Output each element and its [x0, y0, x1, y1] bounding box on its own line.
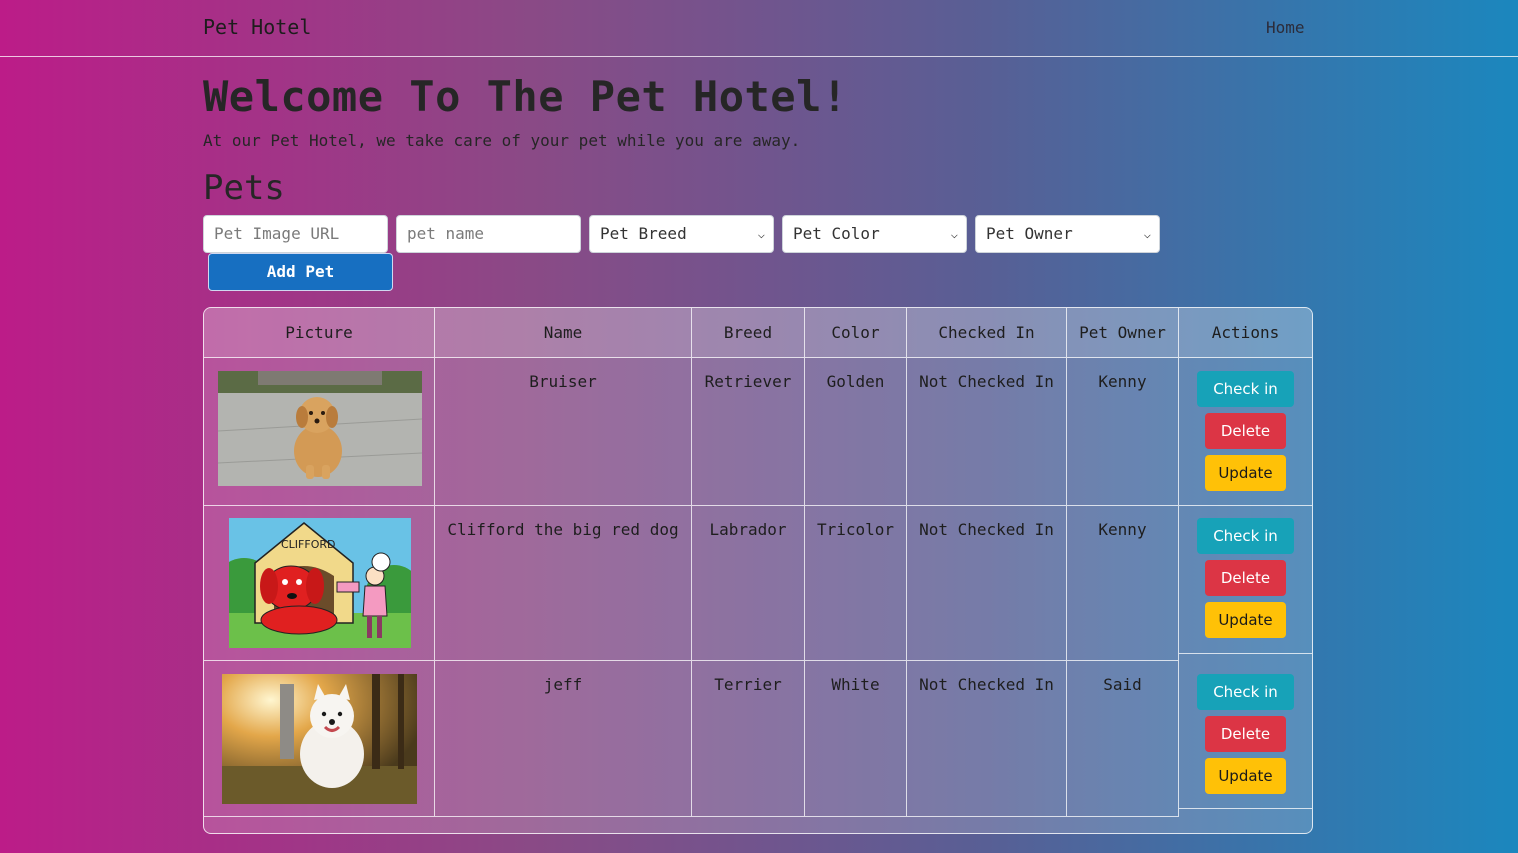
pet-name-placeholder: pet name — [407, 224, 485, 243]
check-in-button[interactable]: Check in — [1197, 371, 1294, 407]
update-button[interactable]: Update — [1205, 602, 1286, 638]
pet-breed-cell: Labrador — [692, 506, 805, 661]
pet-color-select[interactable]: Pet Color ⌵ — [782, 215, 967, 253]
header-name: Name — [435, 308, 692, 358]
white-samoyed-image — [222, 674, 417, 804]
delete-button[interactable]: Delete — [1205, 413, 1286, 449]
pet-owner-cell: Said — [1067, 661, 1179, 817]
pet-owner-select-value: Pet Owner — [986, 224, 1073, 243]
chevron-down-icon: ⌵ — [757, 227, 765, 241]
pet-checked-in-cell: Not Checked In — [907, 506, 1067, 661]
pet-color-select-value: Pet Color — [793, 224, 880, 243]
pet-name-input[interactable]: pet name — [396, 215, 581, 253]
check-in-button[interactable]: Check in — [1197, 518, 1294, 554]
pet-color-cell: Tricolor — [805, 506, 907, 661]
header-actions: Actions — [1179, 308, 1312, 358]
pet-checked-in-cell: Not Checked In — [907, 358, 1067, 506]
navbar: Pet Hotel Home — [0, 0, 1518, 57]
picture-cell: CLIFFORD — [204, 506, 435, 661]
update-button[interactable]: Update — [1205, 455, 1286, 491]
page-subtitle: At our Pet Hotel, we take care of your p… — [203, 131, 801, 150]
chevron-down-icon: ⌵ — [1143, 227, 1151, 241]
pet-owner-cell: Kenny — [1067, 358, 1179, 506]
picture-cell — [204, 661, 435, 817]
actions-cell: Check in Delete Update — [1179, 661, 1312, 809]
header-pet-owner: Pet Owner — [1067, 308, 1179, 358]
chevron-down-icon: ⌵ — [950, 227, 958, 241]
page-title: Welcome To The Pet Hotel! — [203, 72, 848, 121]
pet-image-url-input[interactable]: Pet Image URL — [203, 215, 388, 253]
pets-section-title: Pets — [203, 168, 285, 208]
update-button[interactable]: Update — [1205, 758, 1286, 794]
pet-owner-select[interactable]: Pet Owner ⌵ — [975, 215, 1160, 253]
pet-image-url-placeholder: Pet Image URL — [214, 224, 340, 243]
pet-name-cell: Bruiser — [435, 358, 692, 506]
header-color: Color — [805, 308, 907, 358]
pet-owner-cell: Kenny — [1067, 506, 1179, 661]
pet-breed-cell: Terrier — [692, 661, 805, 817]
actions-cell: Check in Delete Update — [1179, 358, 1312, 506]
clifford-cartoon-image: CLIFFORD — [229, 518, 411, 648]
pet-breed-select-value: Pet Breed — [600, 224, 687, 243]
pet-breed-select[interactable]: Pet Breed ⌵ — [589, 215, 774, 253]
pet-color-cell: White — [805, 661, 907, 817]
header-picture: Picture — [204, 308, 435, 358]
check-in-button[interactable]: Check in — [1197, 674, 1294, 710]
add-pet-button[interactable]: Add Pet — [208, 253, 393, 291]
table-header-row: Picture Name Breed Color Checked In Pet … — [204, 308, 1312, 358]
delete-button[interactable]: Delete — [1205, 560, 1286, 596]
pet-name-cell: jeff — [435, 661, 692, 817]
picture-cell — [204, 358, 435, 506]
pet-name-cell: Clifford the big red dog — [435, 506, 692, 661]
pet-color-cell: Golden — [805, 358, 907, 506]
actions-cell: Check in Delete Update — [1179, 506, 1312, 654]
golden-retriever-puppy-image — [218, 371, 422, 486]
header-checked-in: Checked In — [907, 308, 1067, 358]
pet-breed-cell: Retriever — [692, 358, 805, 506]
pet-checked-in-cell: Not Checked In — [907, 661, 1067, 817]
header-breed: Breed — [692, 308, 805, 358]
svg-text:CLIFFORD: CLIFFORD — [281, 538, 335, 551]
brand-logo-text[interactable]: Pet Hotel — [203, 15, 311, 39]
delete-button[interactable]: Delete — [1205, 716, 1286, 752]
pets-table: Picture Name Breed Color Checked In Pet … — [203, 307, 1313, 834]
nav-home-link[interactable]: Home — [1266, 18, 1305, 37]
